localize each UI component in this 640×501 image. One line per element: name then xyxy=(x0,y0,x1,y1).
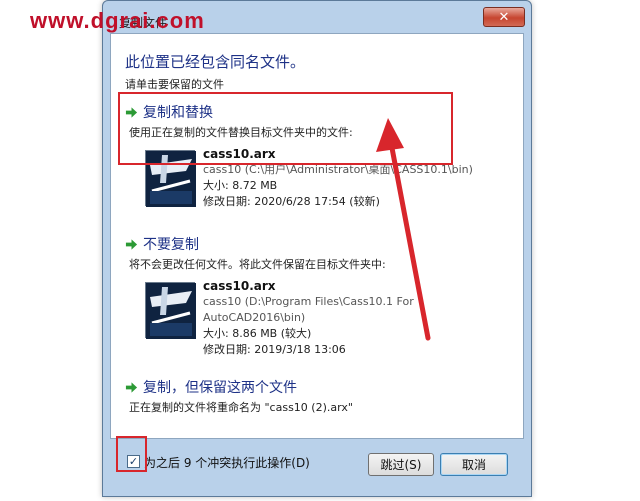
watermark-text: www.dgrai.com xyxy=(30,8,205,33)
annotation-arrow-icon xyxy=(376,118,431,341)
